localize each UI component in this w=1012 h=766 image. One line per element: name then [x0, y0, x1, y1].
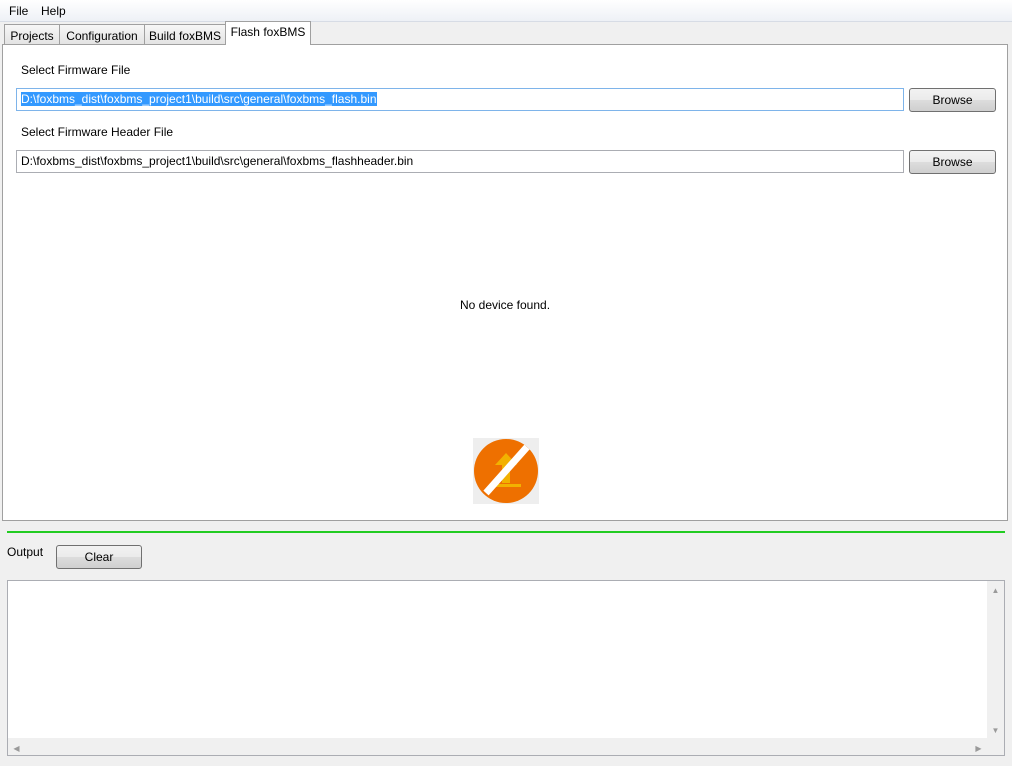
scroll-left-icon[interactable]: ◀ [8, 745, 25, 753]
firmware-header-input[interactable]: D:\foxbms_dist\foxbms_project1\build\src… [16, 150, 904, 173]
firmware-file-label: Select Firmware File [21, 63, 131, 77]
splitter-handle[interactable] [7, 531, 1005, 533]
device-status: No device found. [459, 298, 551, 312]
scrollbar-corner [987, 738, 1004, 755]
browse-header-button[interactable]: Browse [909, 150, 996, 174]
tab-flash-foxbms[interactable]: Flash foxBMS [225, 21, 311, 45]
scroll-up-icon[interactable]: ▲ [987, 587, 1004, 595]
tab-configuration[interactable]: Configuration [59, 24, 145, 45]
flash-disabled-icon[interactable] [473, 438, 539, 504]
scroll-down-icon[interactable]: ▼ [987, 727, 1004, 735]
tab-bar: Projects Configuration Build foxBMS Flas… [2, 21, 1010, 45]
tab-build-foxbms[interactable]: Build foxBMS [144, 24, 226, 45]
firmware-file-input[interactable]: D:\foxbms_dist\foxbms_project1\build\src… [16, 88, 904, 111]
output-label: Output [7, 545, 44, 559]
output-text-area[interactable]: ▲ ▼ ◀ ▶ [7, 580, 1005, 756]
firmware-header-label: Select Firmware Header File [21, 125, 174, 139]
tab-projects[interactable]: Projects [4, 24, 60, 45]
browse-firmware-button[interactable]: Browse [909, 88, 996, 112]
clear-button[interactable]: Clear [56, 545, 142, 569]
firmware-file-path: D:\foxbms_dist\foxbms_project1\build\src… [21, 92, 377, 106]
flash-panel: Select Firmware File D:\foxbms_dist\foxb… [2, 44, 1008, 521]
firmware-header-path: D:\foxbms_dist\foxbms_project1\build\src… [21, 154, 414, 168]
vertical-scrollbar[interactable] [987, 581, 1004, 739]
scroll-right-icon[interactable]: ▶ [970, 745, 987, 753]
menu-bar: File Help [0, 0, 1012, 22]
menu-help[interactable]: Help [39, 4, 68, 18]
menu-file[interactable]: File [7, 4, 30, 18]
horizontal-scrollbar[interactable] [8, 738, 987, 755]
